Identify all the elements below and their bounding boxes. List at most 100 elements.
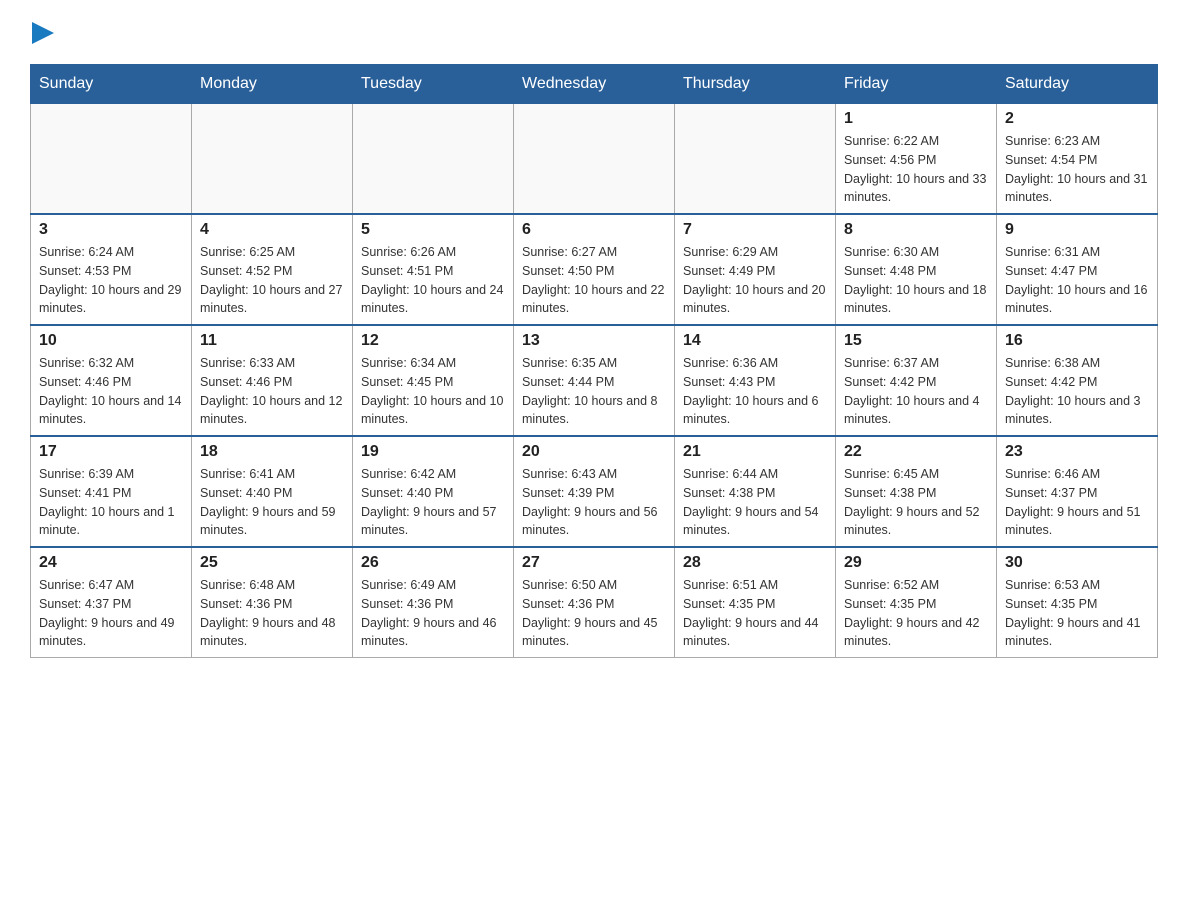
day-info: Sunrise: 6:46 AMSunset: 4:37 PMDaylight:… <box>1005 465 1149 540</box>
calendar-week-row: 1Sunrise: 6:22 AMSunset: 4:56 PMDaylight… <box>31 104 1158 215</box>
day-number: 15 <box>844 332 988 350</box>
calendar-cell: 28 Sunrise: 6:51 AMSunset: 4:35 PMDayligh… <box>675 547 836 658</box>
day-info: Sunrise: 6:52 AMSunset: 4:35 PMDaylight:… <box>844 576 988 651</box>
calendar-cell: 7 Sunrise: 6:29 AMSunset: 4:49 PMDaylight… <box>675 214 836 325</box>
day-info: Sunrise: 6:49 AMSunset: 4:36 PMDaylight:… <box>361 576 505 651</box>
day-header-thursday: Thursday <box>675 65 836 104</box>
calendar-cell: 5 Sunrise: 6:26 AMSunset: 4:51 PMDaylight… <box>353 214 514 325</box>
calendar-cell: 27 Sunrise: 6:50 AMSunset: 4:36 PMDayligh… <box>514 547 675 658</box>
day-info: Sunrise: 6:41 AMSunset: 4:40 PMDaylight:… <box>200 465 344 540</box>
calendar-cell: 12 Sunrise: 6:34 AMSunset: 4:45 PMDayligh… <box>353 325 514 436</box>
calendar-week-row: 10 Sunrise: 6:32 AMSunset: 4:46 PMDayligh… <box>31 325 1158 436</box>
day-number: 18 <box>200 443 344 461</box>
day-info: Sunrise: 6:36 AMSunset: 4:43 PMDaylight:… <box>683 354 827 429</box>
calendar-cell: 10 Sunrise: 6:32 AMSunset: 4:46 PMDayligh… <box>31 325 192 436</box>
calendar-cell: 8 Sunrise: 6:30 AMSunset: 4:48 PMDaylight… <box>836 214 997 325</box>
calendar-week-row: 17 Sunrise: 6:39 AMSunset: 4:41 PMDayligh… <box>31 436 1158 547</box>
day-number: 26 <box>361 554 505 572</box>
day-header-wednesday: Wednesday <box>514 65 675 104</box>
day-number: 22 <box>844 443 988 461</box>
day-info: Sunrise: 6:44 AMSunset: 4:38 PMDaylight:… <box>683 465 827 540</box>
day-info: Sunrise: 6:47 AMSunset: 4:37 PMDaylight:… <box>39 576 183 651</box>
day-info: Sunrise: 6:32 AMSunset: 4:46 PMDaylight:… <box>39 354 183 429</box>
calendar-cell: 11 Sunrise: 6:33 AMSunset: 4:46 PMDayligh… <box>192 325 353 436</box>
day-number: 30 <box>1005 554 1149 572</box>
day-number: 10 <box>39 332 183 350</box>
day-number: 5 <box>361 221 505 239</box>
day-header-sunday: Sunday <box>31 65 192 104</box>
calendar-week-row: 3 Sunrise: 6:24 AMSunset: 4:53 PMDaylight… <box>31 214 1158 325</box>
day-number: 21 <box>683 443 827 461</box>
day-info: Sunrise: 6:33 AMSunset: 4:46 PMDaylight:… <box>200 354 344 429</box>
calendar-cell: 26 Sunrise: 6:49 AMSunset: 4:36 PMDayligh… <box>353 547 514 658</box>
day-info: Sunrise: 6:39 AMSunset: 4:41 PMDaylight:… <box>39 465 183 540</box>
day-info: Sunrise: 6:48 AMSunset: 4:36 PMDaylight:… <box>200 576 344 651</box>
day-number: 12 <box>361 332 505 350</box>
day-number: 25 <box>200 554 344 572</box>
logo-arrow-icon <box>32 22 54 44</box>
calendar-cell <box>192 104 353 215</box>
calendar-cell: 13Sunrise: 6:35 AMSunset: 4:44 PMDayligh… <box>514 325 675 436</box>
page-header <box>30 20 1158 44</box>
calendar-cell: 17 Sunrise: 6:39 AMSunset: 4:41 PMDayligh… <box>31 436 192 547</box>
calendar-cell <box>31 104 192 215</box>
day-number: 13 <box>522 332 666 350</box>
day-number: 11 <box>200 332 344 350</box>
calendar-cell: 14Sunrise: 6:36 AMSunset: 4:43 PMDayligh… <box>675 325 836 436</box>
day-info: Sunrise: 6:29 AMSunset: 4:49 PMDaylight:… <box>683 243 827 318</box>
calendar-cell: 29 Sunrise: 6:52 AMSunset: 4:35 PMDayligh… <box>836 547 997 658</box>
day-number: 2 <box>1005 110 1149 128</box>
day-header-monday: Monday <box>192 65 353 104</box>
day-number: 17 <box>39 443 183 461</box>
day-header-saturday: Saturday <box>997 65 1158 104</box>
calendar-cell: 30Sunrise: 6:53 AMSunset: 4:35 PMDayligh… <box>997 547 1158 658</box>
day-header-friday: Friday <box>836 65 997 104</box>
day-info: Sunrise: 6:27 AMSunset: 4:50 PMDaylight:… <box>522 243 666 318</box>
day-number: 16 <box>1005 332 1149 350</box>
day-number: 7 <box>683 221 827 239</box>
calendar-cell: 9Sunrise: 6:31 AMSunset: 4:47 PMDaylight… <box>997 214 1158 325</box>
day-number: 1 <box>844 110 988 128</box>
logo <box>30 20 54 44</box>
day-number: 27 <box>522 554 666 572</box>
day-info: Sunrise: 6:42 AMSunset: 4:40 PMDaylight:… <box>361 465 505 540</box>
calendar-cell: 22 Sunrise: 6:45 AMSunset: 4:38 PMDayligh… <box>836 436 997 547</box>
day-info: Sunrise: 6:30 AMSunset: 4:48 PMDaylight:… <box>844 243 988 318</box>
day-number: 8 <box>844 221 988 239</box>
day-info: Sunrise: 6:51 AMSunset: 4:35 PMDaylight:… <box>683 576 827 651</box>
calendar-cell: 18 Sunrise: 6:41 AMSunset: 4:40 PMDayligh… <box>192 436 353 547</box>
day-number: 23 <box>1005 443 1149 461</box>
day-number: 20 <box>522 443 666 461</box>
day-number: 24 <box>39 554 183 572</box>
day-info: Sunrise: 6:37 AMSunset: 4:42 PMDaylight:… <box>844 354 988 429</box>
calendar-header-row: SundayMondayTuesdayWednesdayThursdayFrid… <box>31 65 1158 104</box>
calendar-cell: 20 Sunrise: 6:43 AMSunset: 4:39 PMDayligh… <box>514 436 675 547</box>
day-number: 3 <box>39 221 183 239</box>
calendar-cell <box>514 104 675 215</box>
calendar-cell: 16Sunrise: 6:38 AMSunset: 4:42 PMDayligh… <box>997 325 1158 436</box>
calendar-cell: 4Sunrise: 6:25 AMSunset: 4:52 PMDaylight… <box>192 214 353 325</box>
day-header-tuesday: Tuesday <box>353 65 514 104</box>
calendar-cell: 21 Sunrise: 6:44 AMSunset: 4:38 PMDayligh… <box>675 436 836 547</box>
calendar-cell: 2 Sunrise: 6:23 AMSunset: 4:54 PMDaylight… <box>997 104 1158 215</box>
calendar-cell: 24 Sunrise: 6:47 AMSunset: 4:37 PMDayligh… <box>31 547 192 658</box>
calendar-cell: 15 Sunrise: 6:37 AMSunset: 4:42 PMDayligh… <box>836 325 997 436</box>
calendar-cell: 23 Sunrise: 6:46 AMSunset: 4:37 PMDayligh… <box>997 436 1158 547</box>
calendar-cell <box>675 104 836 215</box>
day-number: 29 <box>844 554 988 572</box>
day-info: Sunrise: 6:45 AMSunset: 4:38 PMDaylight:… <box>844 465 988 540</box>
day-info: Sunrise: 6:26 AMSunset: 4:51 PMDaylight:… <box>361 243 505 318</box>
day-info: Sunrise: 6:43 AMSunset: 4:39 PMDaylight:… <box>522 465 666 540</box>
day-number: 4 <box>200 221 344 239</box>
calendar-cell: 3 Sunrise: 6:24 AMSunset: 4:53 PMDaylight… <box>31 214 192 325</box>
day-number: 6 <box>522 221 666 239</box>
calendar-week-row: 24 Sunrise: 6:47 AMSunset: 4:37 PMDayligh… <box>31 547 1158 658</box>
day-number: 19 <box>361 443 505 461</box>
day-info: Sunrise: 6:23 AMSunset: 4:54 PMDaylight:… <box>1005 132 1149 207</box>
day-number: 28 <box>683 554 827 572</box>
day-info: Sunrise: 6:34 AMSunset: 4:45 PMDaylight:… <box>361 354 505 429</box>
day-info: Sunrise: 6:50 AMSunset: 4:36 PMDaylight:… <box>522 576 666 651</box>
calendar-cell: 1Sunrise: 6:22 AMSunset: 4:56 PMDaylight… <box>836 104 997 215</box>
day-info: Sunrise: 6:24 AMSunset: 4:53 PMDaylight:… <box>39 243 183 318</box>
day-number: 9 <box>1005 221 1149 239</box>
